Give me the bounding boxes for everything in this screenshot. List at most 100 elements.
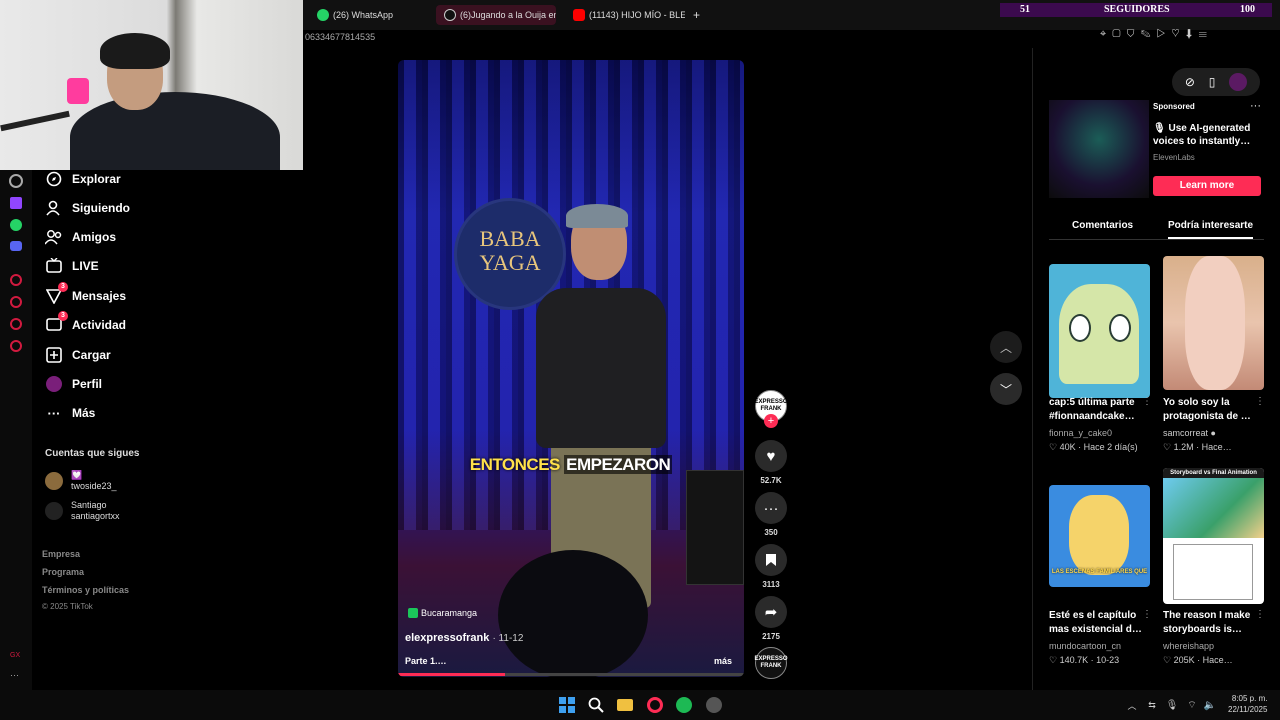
- spotify-icon[interactable]: [674, 695, 694, 715]
- nav-perfil[interactable]: Perfil: [45, 373, 102, 395]
- tab-comentarios[interactable]: Comentarios: [1072, 220, 1133, 231]
- nav-mensajes[interactable]: 3 Mensajes: [45, 282, 126, 307]
- video-author[interactable]: elexpressofrank · 11-12: [405, 632, 523, 644]
- tab-podria-interesarte[interactable]: Podría interesarte: [1168, 220, 1254, 239]
- new-tab-button[interactable]: +: [689, 5, 705, 25]
- ad-more-icon[interactable]: ···: [1250, 100, 1261, 112]
- card-user[interactable]: fionna_y_cake0: [1049, 428, 1112, 438]
- account-handle: santiagortxx: [71, 511, 120, 521]
- sound-disc-button[interactable]: EXPRESSO FRANK: [755, 647, 788, 679]
- nav-label: Cargar: [72, 348, 111, 362]
- wifi-icon[interactable]: ⌔: [1182, 695, 1202, 715]
- windows-start-icon[interactable]: [557, 695, 577, 715]
- twitch-icon[interactable]: [10, 197, 22, 209]
- opera-gx-icon[interactable]: [645, 695, 665, 715]
- tab-label: (26) WhatsApp: [333, 10, 394, 20]
- discord-icon[interactable]: [10, 241, 22, 251]
- comment-button[interactable]: ··· 350: [755, 492, 787, 537]
- player-icon[interactable]: [10, 274, 22, 286]
- card-title[interactable]: Yo solo soy la protagonista de …: [1163, 396, 1264, 424]
- card-user[interactable]: whereishapp: [1163, 641, 1214, 651]
- history-icon[interactable]: [10, 296, 22, 308]
- next-video-button[interactable]: ﹀: [990, 373, 1022, 405]
- tab-whatsapp[interactable]: (26) WhatsApp: [309, 5, 429, 25]
- footer-link-empresa[interactable]: Empresa: [42, 549, 80, 559]
- view-mode-pill[interactable]: ⊘ ▯: [1172, 68, 1260, 96]
- amplifier: [686, 470, 744, 585]
- nav-label: Siguiendo: [72, 201, 130, 215]
- card-thumbnail[interactable]: LAS ESCENAS FAMILIARES QUE: [1049, 485, 1150, 587]
- tab-tiktok[interactable]: (6)Jugando a la Ouija en: [436, 5, 556, 25]
- file-explorer-icon[interactable]: [615, 695, 635, 715]
- heart-icon: ♥: [755, 440, 787, 472]
- chat-icon[interactable]: [10, 318, 22, 330]
- network-icon[interactable]: ⇆: [1142, 695, 1162, 715]
- more-button[interactable]: más: [714, 656, 732, 666]
- nav-explorar[interactable]: Explorar: [45, 168, 121, 190]
- save-count: 3113: [762, 580, 780, 589]
- nav-amigos[interactable]: Amigos: [45, 226, 116, 248]
- post-date: · 11-12: [492, 633, 524, 644]
- card-thumbnail[interactable]: Storyboard vs Final Animation: [1163, 468, 1264, 604]
- footer-link-terminos[interactable]: Términos y políticas: [42, 585, 129, 595]
- friends-icon: [45, 228, 63, 246]
- system-clock[interactable]: 8:05 p. m. 22/11/2025: [1228, 693, 1267, 715]
- windows-taskbar: [0, 690, 1280, 720]
- footer-link-programa[interactable]: Programa: [42, 567, 84, 577]
- card-more-icon[interactable]: ⋮: [1142, 396, 1152, 407]
- account-name: 💟: [71, 470, 83, 480]
- card-title[interactable]: cap:5 última parte #fionnaandcake…: [1049, 396, 1150, 424]
- follow-plus-button[interactable]: +: [764, 414, 778, 428]
- followed-account[interactable]: Santiago santiagortxx: [45, 500, 120, 522]
- volume-icon[interactable]: 🔈: [1200, 695, 1220, 715]
- app-icon[interactable]: [704, 695, 724, 715]
- settings-icon[interactable]: [9, 174, 23, 188]
- video-player[interactable]: BABA YAGA ENTONCES EMPEZARON Bucaramanga…: [398, 60, 744, 677]
- ad-brand: ElevenLabs: [1153, 153, 1195, 162]
- whatsapp-sidebar-icon[interactable]: [10, 219, 22, 231]
- search-icon[interactable]: [586, 695, 606, 715]
- card-stats: ♡ 40K · Hace 2 día(s): [1049, 442, 1138, 452]
- card-title[interactable]: The reason I make storyboards is…: [1163, 609, 1264, 637]
- followers-count: 51: [1020, 4, 1030, 15]
- card-more-icon[interactable]: ⋮: [1255, 396, 1265, 407]
- comment-count: 350: [764, 528, 778, 537]
- nav-mas[interactable]: ··· Más: [45, 402, 96, 424]
- phone-icon[interactable]: ▯: [1209, 75, 1216, 89]
- gx-icon[interactable]: GX: [10, 652, 20, 659]
- browser-toolbar-icons[interactable]: ⌖▢⛉✎▷♡⬇☰: [1100, 28, 1280, 46]
- card-title[interactable]: Esté es el capítulo mas existencial d…: [1049, 609, 1150, 637]
- card-user[interactable]: samcorreat ●: [1163, 428, 1216, 438]
- followers-goal: 100: [1240, 4, 1255, 15]
- card-more-icon[interactable]: ⋮: [1255, 609, 1265, 620]
- like-button[interactable]: ♥ 52.7K: [755, 440, 787, 485]
- live-tv-icon: [45, 257, 63, 275]
- ad-thumbnail[interactable]: [1049, 100, 1149, 198]
- chevron-up-icon: ︿: [999, 340, 1012, 355]
- profile-icon[interactable]: [1229, 73, 1248, 91]
- followed-account[interactable]: 💟 twoside23_: [45, 470, 117, 492]
- location-label: Bucaramanga: [421, 608, 478, 618]
- previous-video-button[interactable]: ︿: [990, 331, 1022, 363]
- thumbnail-caption: LAS ESCENAS FAMILIARES QUE: [1051, 569, 1148, 575]
- microphone-icon[interactable]: 🎙: [1162, 695, 1182, 715]
- video-progress-bar[interactable]: [398, 673, 744, 676]
- card-user[interactable]: mundocartoon_cn: [1049, 641, 1121, 651]
- nav-actividad[interactable]: 3 Actividad: [45, 311, 126, 336]
- nav-siguiendo[interactable]: Siguiendo: [45, 197, 130, 219]
- compass-icon[interactable]: ⊘: [1185, 75, 1195, 89]
- location-tag[interactable]: Bucaramanga: [408, 608, 477, 618]
- tray-chevron-icon[interactable]: ︿: [1122, 695, 1142, 715]
- card-thumbnail[interactable]: [1049, 264, 1150, 398]
- tab-youtube[interactable]: (11143) HIJO MÍO - BLESS: [565, 5, 685, 25]
- bookmark-icon: [755, 544, 787, 576]
- nav-cargar[interactable]: Cargar: [45, 344, 111, 366]
- learn-more-button[interactable]: Learn more: [1153, 176, 1261, 196]
- save-button[interactable]: 3113: [755, 544, 787, 589]
- gear-icon[interactable]: [10, 340, 22, 352]
- nav-live[interactable]: LIVE: [45, 255, 99, 277]
- card-more-icon[interactable]: ⋮: [1142, 609, 1152, 620]
- card-thumbnail[interactable]: [1163, 256, 1264, 390]
- more-dots-icon[interactable]: ···: [10, 670, 19, 680]
- share-button[interactable]: ➦ 2175: [755, 596, 787, 641]
